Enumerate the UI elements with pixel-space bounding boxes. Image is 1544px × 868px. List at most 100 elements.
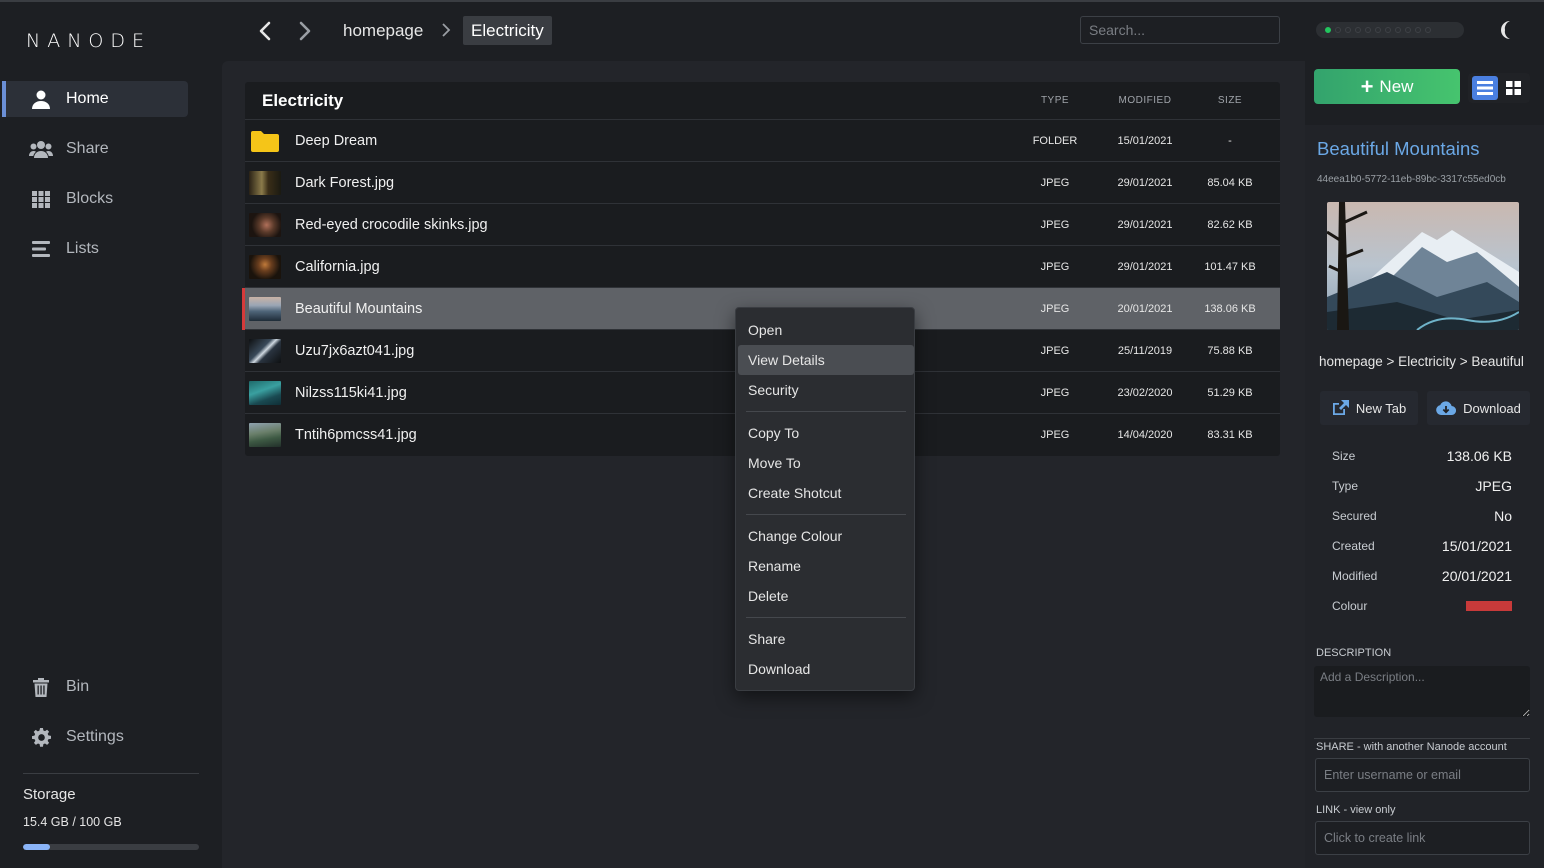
file-type: JPEG [1040, 260, 1070, 273]
storage-bar-fill [23, 844, 51, 850]
sidebar-item-share[interactable]: Share [2, 131, 188, 167]
users-icon [28, 139, 54, 159]
detail-value: 20/01/2021 [1441, 568, 1512, 584]
list-icon [28, 239, 54, 259]
storage-bar [23, 844, 199, 850]
file-modified: 29/01/2021 [1117, 218, 1173, 231]
detail-key: Size [1332, 449, 1356, 463]
sidebar-item-bin[interactable]: Bin [2, 669, 188, 705]
file-size: 51.29 KB [1207, 386, 1253, 399]
menu-item-security[interactable]: Security [738, 375, 914, 405]
forward-button[interactable] [293, 18, 317, 44]
file-name: Red-eyed crocodile skinks.jpg [295, 216, 488, 233]
table-row[interactable]: Red-eyed crocodile skinks.jpg JPEG 29/01… [245, 204, 1280, 246]
file-modified: 20/01/2021 [1117, 302, 1173, 315]
file-modified: 14/04/2020 [1117, 429, 1173, 441]
file-type: JPEG [1040, 302, 1070, 315]
storage-label: Storage [23, 786, 76, 803]
search-input[interactable] [1080, 16, 1280, 44]
sidebar-item-settings[interactable]: Settings [2, 719, 188, 755]
menu-item-delete[interactable]: Delete [738, 581, 914, 611]
details-divider [1314, 738, 1530, 739]
list-view-button[interactable] [1471, 76, 1498, 100]
activity-dot [1325, 27, 1331, 33]
share-username-input[interactable] [1315, 758, 1530, 792]
file-name: Deep Dream [295, 132, 378, 149]
list-view-icon [1476, 81, 1493, 95]
detail-value: No [1494, 508, 1512, 524]
details-path: homepage > Electricity > Beautiful [1319, 354, 1524, 369]
sidebar-item-label: Settings [66, 728, 124, 745]
breadcrumb-electricity[interactable]: Electricity [463, 16, 552, 45]
description-field[interactable] [1314, 666, 1530, 717]
back-button[interactable] [253, 18, 277, 44]
sidebar-item-lists[interactable]: Lists [2, 231, 188, 267]
menu-item-view-details[interactable]: View Details [738, 345, 914, 375]
new-tab-label: New Tab [1355, 400, 1407, 416]
file-size: 85.04 KB [1207, 176, 1253, 189]
file-modified: 29/01/2021 [1117, 176, 1173, 189]
sidebar-item-home[interactable]: Home [2, 81, 188, 117]
grid-view-icon [1506, 81, 1521, 95]
plus-icon: + [1360, 73, 1374, 99]
file-modified: 15/01/2021 [1117, 134, 1173, 147]
menu-item-open[interactable]: Open [738, 315, 914, 345]
activity-dot [1375, 27, 1381, 33]
menu-item-copy-to[interactable]: Copy To [738, 418, 914, 448]
colour-swatch[interactable] [1466, 601, 1512, 611]
detail-row-created: Created 15/01/2021 [1332, 536, 1512, 556]
user-icon [28, 89, 54, 109]
menu-item-create-shortcut[interactable]: Create Shotcut [738, 478, 914, 508]
sidebar-item-label: Home [66, 90, 109, 107]
breadcrumb-separator-icon [442, 23, 451, 37]
activity-dot [1395, 27, 1401, 33]
menu-item-move-to[interactable]: Move To [738, 448, 914, 478]
file-type: FOLDER [1032, 134, 1078, 147]
table-row[interactable]: Deep Dream FOLDER 15/01/2021 - [245, 120, 1280, 162]
sidebar-item-label: Blocks [66, 190, 114, 207]
grid-view-button[interactable] [1501, 76, 1527, 100]
create-link-input[interactable] [1315, 821, 1530, 855]
detail-value: JPEG [1475, 478, 1512, 494]
activity-dot [1415, 27, 1421, 33]
file-modified: 23/02/2020 [1117, 386, 1173, 399]
activity-dot [1405, 27, 1411, 33]
activity-dot [1335, 27, 1341, 33]
theme-toggle-button[interactable] [1497, 20, 1517, 43]
file-type: JPEG [1040, 176, 1070, 189]
menu-item-rename[interactable]: Rename [738, 551, 914, 581]
column-header-modified[interactable]: MODIFIED [1100, 95, 1190, 106]
table-row[interactable]: California.jpg JPEG 29/01/2021 101.47 KB [245, 246, 1280, 288]
file-name: Dark Forest.jpg [295, 174, 395, 191]
link-label: LINK - view only [1316, 804, 1396, 816]
new-button-label: New [1379, 76, 1414, 96]
cloud-download-icon [1436, 400, 1457, 415]
file-size: - [1228, 134, 1232, 147]
file-size: 83.31 KB [1207, 429, 1253, 441]
download-button[interactable]: Download [1427, 391, 1530, 425]
breadcrumb-homepage[interactable]: homepage [343, 16, 423, 45]
new-button[interactable]: + New [1314, 69, 1460, 104]
sidebar-item-label: Share [66, 140, 109, 157]
storage-divider [23, 773, 199, 774]
activity-dot [1385, 27, 1391, 33]
chevron-left-icon [259, 21, 271, 41]
file-size: 75.88 KB [1207, 344, 1253, 357]
grid-icon [28, 189, 54, 209]
column-header-type[interactable]: TYPE [1010, 95, 1100, 106]
activity-dot [1365, 27, 1371, 33]
sidebar-item-label: Bin [66, 678, 90, 695]
menu-item-change-colour[interactable]: Change Colour [738, 521, 914, 551]
description-label: DESCRIPTION [1316, 647, 1392, 659]
menu-item-download[interactable]: Download [738, 654, 914, 684]
activity-dot [1355, 27, 1361, 33]
table-row[interactable]: Dark Forest.jpg JPEG 29/01/2021 85.04 KB [245, 162, 1280, 204]
menu-item-share[interactable]: Share [738, 624, 914, 654]
details-id: 44eea1b0-5772-11eb-89bc-3317c55ed0cb [1317, 174, 1506, 185]
detail-key: Secured [1332, 509, 1377, 523]
sidebar-item-blocks[interactable]: Blocks [2, 181, 188, 217]
column-header-size[interactable]: SIZE [1190, 95, 1280, 106]
table-header: Electricity TYPE MODIFIED SIZE [245, 82, 1280, 120]
open-new-tab-button[interactable]: New Tab [1320, 391, 1418, 425]
sidebar-item-label: Lists [66, 240, 99, 257]
